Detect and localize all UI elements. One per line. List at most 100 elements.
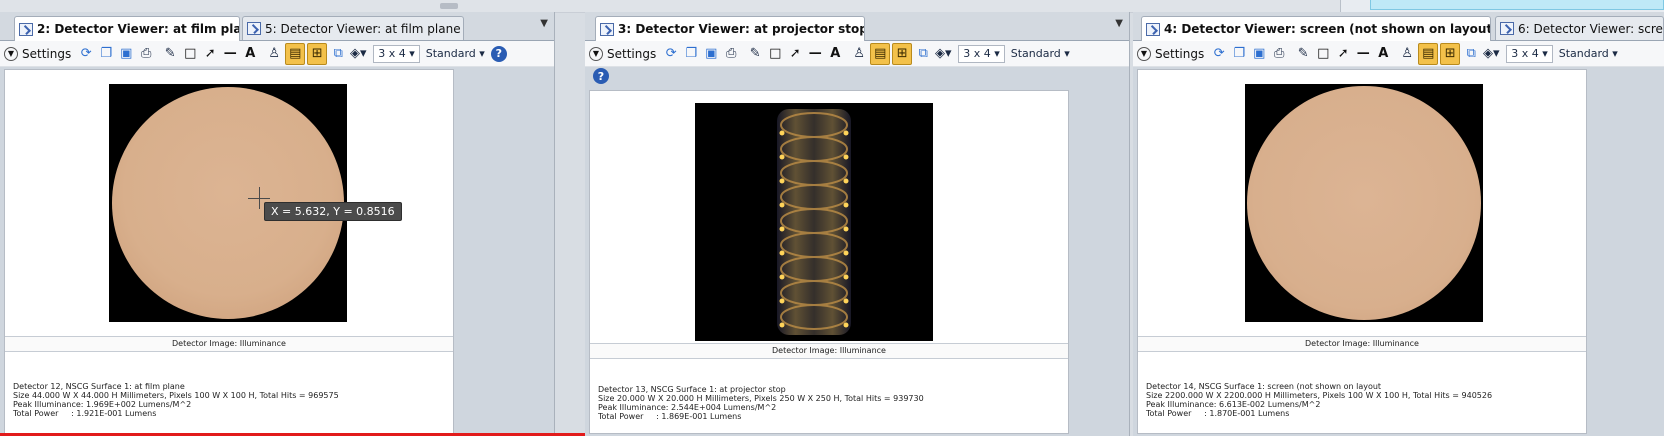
pencil-icon[interactable]: ✎ xyxy=(1294,44,1312,64)
arrow-icon[interactable]: ➚ xyxy=(201,44,219,64)
window-icon[interactable]: ⧉ xyxy=(329,44,347,64)
save-icon[interactable]: ▣ xyxy=(1250,44,1268,64)
tab-detector-viewer-projector-stop[interactable]: 3: Detector Viewer: at projector stop 2 … xyxy=(595,16,865,41)
info-line: Size 44.000 W X 44.000 H Millimeters, Pi… xyxy=(13,391,339,400)
tab-label: 6: Detector Viewer: screen (n xyxy=(1518,21,1663,36)
window-icon[interactable]: ⧉ xyxy=(914,44,932,64)
settings-button[interactable]: ▼ Settings xyxy=(589,44,656,64)
text-tool-button[interactable]: A xyxy=(241,44,259,64)
settings-button[interactable]: ▼ Settings xyxy=(1137,44,1204,64)
coordinate-tooltip: X = 5.632, Y = 0.8516 xyxy=(264,202,402,221)
detector-image[interactable] xyxy=(1245,84,1483,322)
refresh-icon[interactable]: ⟳ xyxy=(1210,44,1228,64)
standard-dropdown[interactable]: Standard ▾ xyxy=(1559,44,1618,64)
info-line: Peak Illuminance: 6.613E-002 Lumens/M^2 xyxy=(1146,400,1321,409)
scrollbar-thumb[interactable] xyxy=(440,3,458,9)
help-icon[interactable]: ? xyxy=(593,68,609,84)
print-icon[interactable]: ⎙ xyxy=(722,44,740,64)
layers-icon[interactable]: ◈▾ xyxy=(1482,44,1500,64)
viewer-toolbar: ▼ Settings ⟳ ❐ ▣ ⎙ ✎ □ ➚ — A ♙ ▤ ⊞ ⧉ ◈▾ 3… xyxy=(0,41,554,67)
chevron-down-icon: ▼ xyxy=(589,46,603,61)
detector-image-area: Detector Image: Illuminance Detector 13,… xyxy=(589,90,1069,434)
lock-highlight-icon[interactable]: ▤ xyxy=(285,42,306,65)
tab-detector-viewer-film-plane-4[interactable]: 5: Detector Viewer: at film plane 4 xyxy=(242,16,464,40)
detector-image-area: X = 5.632, Y = 0.8516 Detector Image: Il… xyxy=(4,69,454,434)
text-tool-button[interactable]: A xyxy=(826,44,844,64)
pencil-icon[interactable]: ✎ xyxy=(746,44,764,64)
tab-detector-viewer-screen-6[interactable]: 6: Detector Viewer: screen (n xyxy=(1495,16,1664,40)
info-line: Detector 14, NSCG Surface 1: screen (not… xyxy=(1146,382,1382,391)
line-icon[interactable]: — xyxy=(221,44,239,64)
horizontal-scrollbar[interactable] xyxy=(0,0,1341,12)
line-icon[interactable]: — xyxy=(1354,44,1372,64)
standard-label: Standard xyxy=(425,47,476,60)
illuminance-plot xyxy=(777,109,851,335)
viewer-toolbar: ▼ Settings ⟳ ❐ ▣ ⎙ ✎ □ ➚ — A ♙ ▤ ⊞ ⧉ ◈▾ 3… xyxy=(1133,41,1664,67)
viewer-icon xyxy=(600,22,614,36)
info-line: Total Power : 1.921E-001 Lumens xyxy=(13,409,157,418)
viewer-icon xyxy=(247,22,261,35)
lock-icon[interactable]: ♙ xyxy=(265,44,283,64)
lock-icon[interactable]: ♙ xyxy=(850,44,868,64)
layers-icon[interactable]: ◈▾ xyxy=(349,44,367,64)
standard-label: Standard xyxy=(1558,47,1609,60)
layers-icon[interactable]: ◈▾ xyxy=(934,44,952,64)
info-line: Peak Illuminance: 2.544E+004 Lumens/M^2 xyxy=(598,403,777,412)
settings-button[interactable]: ▼ Settings xyxy=(4,44,71,64)
tab-menu-icon[interactable]: ▼ xyxy=(1115,18,1123,29)
layout-dropdown[interactable]: 3 x 4 ▾ xyxy=(1506,44,1553,63)
detector-viewer-panel-film-plane: 2: Detector Viewer: at film plane × 5: D… xyxy=(0,12,555,436)
arrow-icon[interactable]: ➚ xyxy=(1334,44,1352,64)
tab-detector-viewer-film-plane[interactable]: 2: Detector Viewer: at film plane × xyxy=(14,16,240,41)
copy-icon[interactable]: ❐ xyxy=(682,44,700,64)
zoom-fit-icon[interactable]: ⊞ xyxy=(307,42,328,65)
tab-label: 3: Detector Viewer: at projector stop 2 xyxy=(618,22,865,36)
refresh-icon[interactable]: ⟳ xyxy=(662,44,680,64)
standard-dropdown[interactable]: Standard ▾ xyxy=(1011,44,1070,64)
crosshair-cursor-icon xyxy=(259,187,260,209)
pencil-icon[interactable]: ✎ xyxy=(161,44,179,64)
zoom-fit-icon[interactable]: ⊞ xyxy=(892,42,913,65)
tab-menu-icon[interactable]: ▼ xyxy=(540,18,548,29)
rectangle-icon[interactable]: □ xyxy=(181,44,199,64)
detector-image[interactable] xyxy=(695,103,933,341)
info-line: Size 20.000 W X 20.000 H Millimeters, Pi… xyxy=(598,394,924,403)
tab-detector-viewer-screen[interactable]: 4: Detector Viewer: screen (not shown on… xyxy=(1141,16,1491,41)
detector-image-area: Detector Image: Illuminance Detector 14,… xyxy=(1137,69,1587,434)
viewer-toolbar: ▼ Settings ⟳ ❐ ▣ ⎙ ✎ □ ➚ — A ♙ ▤ ⊞ ⧉ ◈▾ 3… xyxy=(585,41,1129,67)
highlight-box xyxy=(1370,0,1664,10)
settings-label: Settings xyxy=(22,46,72,61)
standard-dropdown[interactable]: Standard ▾ xyxy=(426,44,485,64)
print-icon[interactable]: ⎙ xyxy=(137,44,155,64)
detector-info: Detector 14, NSCG Surface 1: screen (not… xyxy=(1146,382,1492,418)
tab-strip: 4: Detector Viewer: screen (not shown on… xyxy=(1133,12,1664,41)
layout-dropdown[interactable]: 3 x 4 ▾ xyxy=(958,44,1005,63)
info-line: Detector 13, NSCG Surface 1: at projecto… xyxy=(598,385,786,394)
info-line: Peak Illuminance: 1.969E+002 Lumens/M^2 xyxy=(13,400,192,409)
zoom-fit-icon[interactable]: ⊞ xyxy=(1440,42,1461,65)
print-icon[interactable]: ⎙ xyxy=(1270,44,1288,64)
lock-highlight-icon[interactable]: ▤ xyxy=(1418,42,1439,65)
rectangle-icon[interactable]: □ xyxy=(766,44,784,64)
copy-icon[interactable]: ❐ xyxy=(1230,44,1248,64)
lock-icon[interactable]: ♙ xyxy=(1398,44,1416,64)
rectangle-icon[interactable]: □ xyxy=(1314,44,1332,64)
save-icon[interactable]: ▣ xyxy=(117,44,135,64)
arrow-icon[interactable]: ➚ xyxy=(786,44,804,64)
text-tool-button[interactable]: A xyxy=(1374,44,1392,64)
tab-strip: 2: Detector Viewer: at film plane × 5: D… xyxy=(0,12,554,41)
chevron-down-icon: ▼ xyxy=(1137,46,1151,61)
layout-dropdown[interactable]: 3 x 4 ▾ xyxy=(373,44,420,63)
detector-info: Detector 12, NSCG Surface 1: at film pla… xyxy=(13,382,339,418)
chevron-down-icon: ▼ xyxy=(4,46,18,61)
refresh-icon[interactable]: ⟳ xyxy=(77,44,95,64)
tab-label: 4: Detector Viewer: screen (not shown on… xyxy=(1164,22,1491,36)
copy-icon[interactable]: ❐ xyxy=(97,44,115,64)
line-icon[interactable]: — xyxy=(806,44,824,64)
lock-highlight-icon[interactable]: ▤ xyxy=(870,42,891,65)
help-icon[interactable]: ? xyxy=(490,45,507,62)
detector-info: Detector 13, NSCG Surface 1: at projecto… xyxy=(598,385,924,421)
window-icon[interactable]: ⧉ xyxy=(1462,44,1480,64)
tab-label: 2: Detector Viewer: at film plane xyxy=(37,22,240,36)
save-icon[interactable]: ▣ xyxy=(702,44,720,64)
